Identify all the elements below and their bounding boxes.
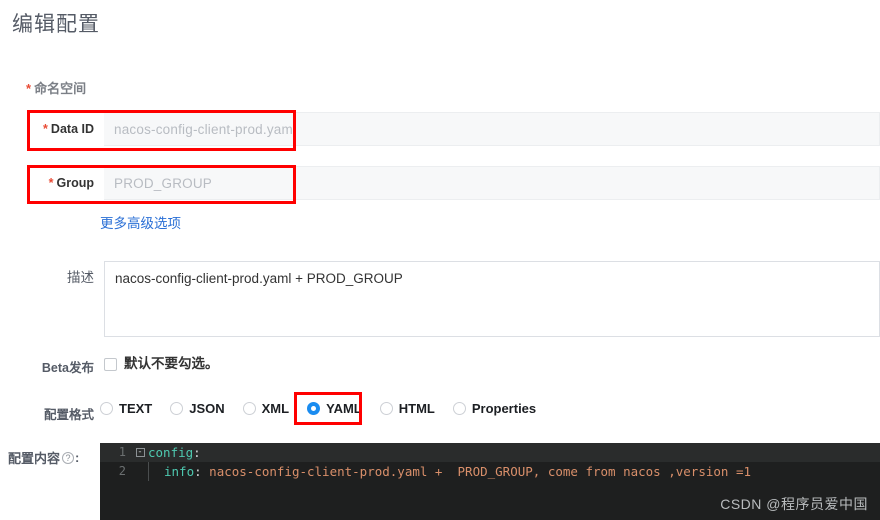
csdn-watermark: CSDN @程序员爱中国 (720, 496, 868, 512)
radio-yaml-label: YAML (326, 401, 362, 416)
beta-release-hint: 默认不要勾选。 (124, 356, 219, 371)
line-number: 2 (118, 464, 126, 478)
beta-release-label: Beta发布 (41, 361, 94, 375)
config-format-radio-group: TEXT JSON XML YAML HTML Properties (100, 401, 554, 416)
fold-toggle-icon[interactable]: - (132, 443, 148, 462)
config-format-label: 配置格式 (43, 408, 94, 422)
radio-circle-icon[interactable] (170, 402, 184, 415)
data-id-row: * Data ID nacos-config-client-prod.yaml (0, 112, 880, 146)
radio-circle-icon[interactable] (379, 402, 393, 415)
yaml-punct: : (193, 445, 201, 460)
code-line: 1 - config: (100, 443, 880, 462)
required-asterisk-icon: * (43, 122, 48, 136)
radio-html[interactable]: HTML (379, 401, 435, 416)
radio-circle-icon[interactable] (452, 402, 466, 415)
code-line: 2 info: nacos-config-client-prod.yaml + … (100, 462, 880, 481)
required-asterisk-icon: * (26, 81, 32, 96)
beta-release-checkbox[interactable] (104, 357, 117, 371)
config-content-label-text: 配置内容 (8, 451, 61, 466)
radio-html-label: HTML (398, 401, 435, 416)
required-asterisk-icon: * (48, 176, 54, 190)
yaml-value: nacos-config-client-prod.yaml + PROD_GRO… (201, 464, 752, 479)
radio-properties[interactable]: Properties (452, 401, 537, 416)
yaml-key: info (164, 464, 195, 479)
data-id-label-text: Data ID (50, 122, 94, 136)
indent-guide (148, 462, 149, 481)
radio-xml-label: XML (261, 401, 290, 416)
radio-json-label: JSON (189, 401, 225, 416)
beta-release-row: 默认不要勾选。 (104, 355, 219, 373)
radio-json[interactable]: JSON (170, 401, 225, 416)
fold-box-icon[interactable]: - (135, 447, 145, 457)
code-text: info: nacos-config-client-prod.yaml + PR… (164, 462, 751, 481)
namespace-label-text: 命名空间 (34, 81, 87, 96)
group-label: * Group (0, 166, 104, 200)
radio-properties-label: Properties (471, 401, 537, 416)
page-title: 编辑配置 (12, 13, 100, 36)
group-input[interactable]: PROD_GROUP (104, 166, 880, 200)
radio-xml[interactable]: XML (242, 401, 290, 416)
namespace-label: * 命名空间 (26, 80, 86, 98)
description-label: 描述 (67, 270, 94, 285)
yaml-punct: : (194, 464, 202, 479)
data-id-label: * Data ID (0, 112, 104, 146)
code-text: config: (148, 443, 201, 462)
question-mark-icon[interactable]: ? (62, 451, 75, 464)
data-id-input[interactable]: nacos-config-client-prod.yaml (104, 112, 880, 146)
yaml-key: config (148, 445, 194, 460)
radio-circle-icon[interactable] (242, 402, 256, 415)
config-content-colon: : (75, 450, 80, 465)
radio-circle-icon[interactable] (100, 402, 113, 415)
group-label-text: Group (56, 176, 95, 190)
group-row: * Group PROD_GROUP (0, 166, 880, 200)
radio-circle-selected-icon[interactable] (307, 402, 321, 415)
radio-yaml[interactable]: YAML (307, 401, 362, 416)
radio-text[interactable]: TEXT (100, 401, 152, 416)
radio-text-label: TEXT (119, 401, 153, 416)
more-advanced-options-link[interactable]: 更多高级选项 (100, 214, 181, 234)
line-number: 1 (118, 445, 126, 459)
config-content-label: 配置内容 ? : (8, 448, 79, 467)
description-textarea[interactable]: nacos-config-client-prod.yaml + PROD_GRO… (104, 261, 880, 337)
